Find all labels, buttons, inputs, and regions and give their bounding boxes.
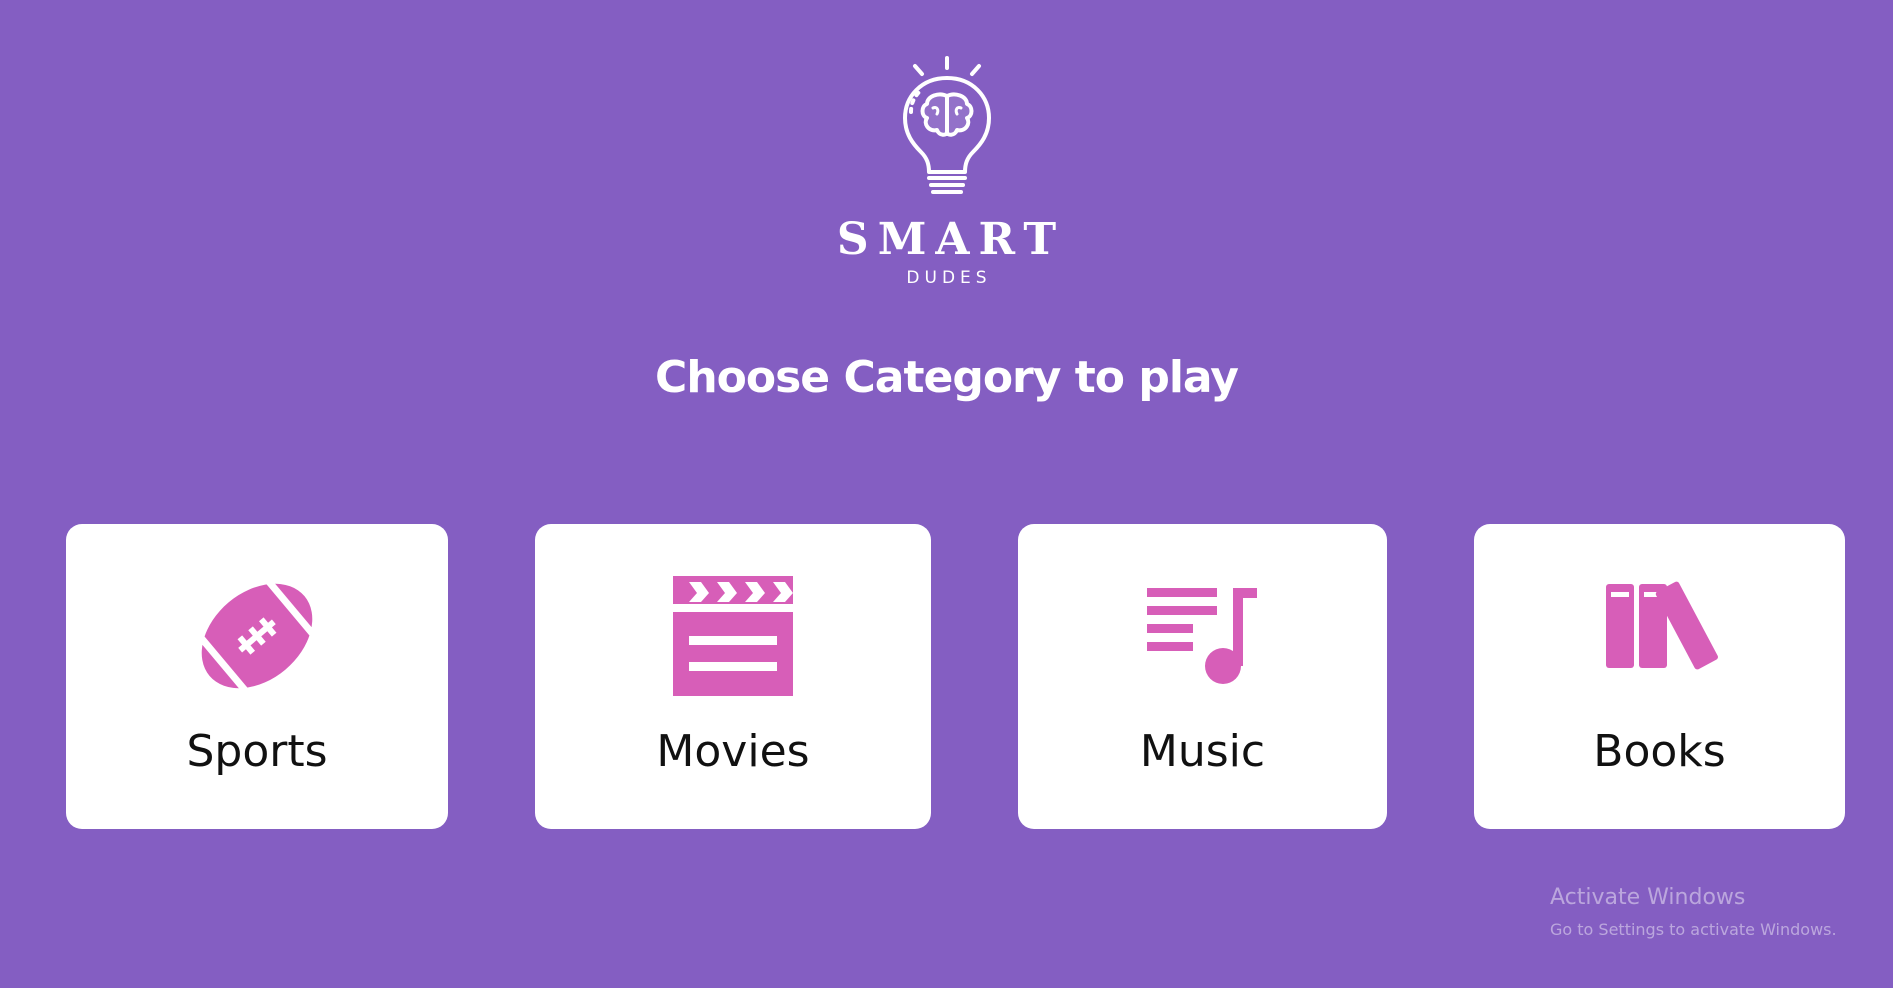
watermark-subtitle: Go to Settings to activate Windows. (1550, 920, 1837, 939)
football-icon (195, 574, 319, 698)
page-title: Choose Category to play (655, 352, 1239, 403)
brain-lightbulb-icon (902, 56, 991, 194)
watermark-title: Activate Windows (1550, 885, 1746, 910)
page: SMART DUDES Choose Category to play Spor… (0, 0, 1893, 988)
windows-activation-watermark: Activate Windows Go to Settings to activ… (1550, 885, 1837, 939)
category-label: Sports (186, 726, 328, 777)
brand-subtitle: DUDES (906, 268, 992, 288)
category-label: Books (1593, 726, 1726, 777)
category-card-music[interactable]: Music (1018, 524, 1387, 829)
category-card-movies[interactable]: Movies (535, 524, 931, 829)
category-card-books[interactable]: Books (1474, 524, 1845, 829)
category-label: Music (1139, 726, 1266, 777)
category-card-sports[interactable]: Sports (66, 524, 448, 829)
brand-logo: SMART DUDES (827, 54, 1067, 288)
category-label: Movies (656, 726, 810, 777)
clapperboard-icon (673, 576, 793, 696)
books-icon (1605, 581, 1718, 670)
brand-name: SMART (836, 214, 1066, 265)
playlist-icon (1146, 588, 1257, 684)
